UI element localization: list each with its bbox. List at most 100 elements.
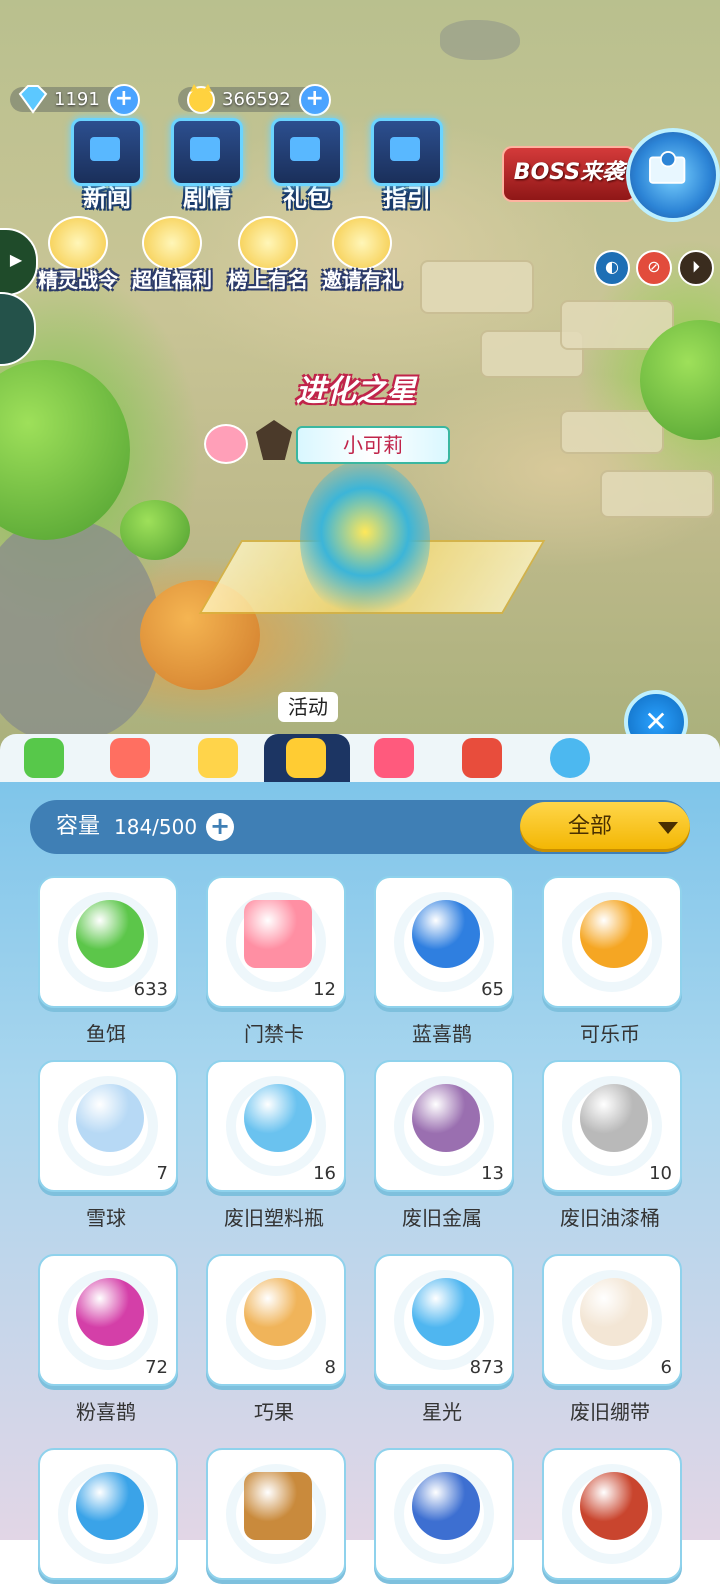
item-slot[interactable] (374, 1448, 514, 1590)
item-slot[interactable]: 13 废旧金属 (374, 1060, 514, 1231)
item-card[interactable]: 12 (206, 876, 346, 1008)
item-card[interactable]: 72 (38, 1254, 178, 1386)
item-count: 10 (649, 1163, 672, 1184)
add-gems-button[interactable]: + (107, 84, 140, 116)
water-bottle-icon (244, 1084, 312, 1152)
leaderboard-button[interactable]: 榜上有名 (218, 216, 318, 293)
item-name: 蓝喜鹊 (412, 1022, 472, 1046)
item-slot[interactable]: 6 废旧绷带 (542, 1254, 682, 1425)
blocks-icon (110, 738, 150, 778)
item-card[interactable]: 65 (374, 876, 514, 1008)
leaderboard-label: 榜上有名 (228, 268, 308, 292)
battery-icon (24, 738, 64, 778)
item-card[interactable] (374, 1448, 514, 1580)
tab-battery[interactable] (2, 734, 88, 782)
item-card[interactable] (542, 876, 682, 1008)
blue-crystal-icon (76, 1472, 144, 1540)
item-card[interactable] (206, 1448, 346, 1580)
item-card[interactable]: 10 (542, 1060, 682, 1192)
hammer-icon (412, 1472, 480, 1540)
story-button[interactable]: 剧情 (162, 118, 252, 213)
item-slot[interactable]: 7 雪球 (38, 1060, 178, 1231)
item-card[interactable]: 873 (374, 1254, 514, 1386)
fish-cookie-icon (244, 1278, 312, 1346)
item-slot[interactable]: 10 废旧油漆桶 (542, 1060, 682, 1231)
invite-label: 邀请有礼 (322, 268, 402, 292)
magnet-icon (412, 1084, 480, 1152)
tab-star-wand[interactable] (176, 734, 262, 782)
item-card[interactable] (542, 1448, 682, 1580)
item-card[interactable]: 16 (206, 1060, 346, 1192)
item-name: 巧果 (254, 1400, 294, 1424)
tab-egg[interactable] (528, 734, 614, 782)
spirit-pass-button[interactable]: 精灵战令 (28, 216, 128, 293)
activity-tooltip: 活动 (278, 692, 338, 722)
item-slot[interactable] (38, 1448, 178, 1590)
expand-capacity-button[interactable]: + (206, 813, 234, 841)
item-card[interactable] (38, 1448, 178, 1580)
item-name: 废旧塑料瓶 (224, 1206, 324, 1230)
item-name: 星光 (422, 1400, 462, 1424)
bandage-icon (580, 1278, 648, 1346)
guide-button[interactable]: 指引 (362, 118, 452, 213)
gem-counter: 1191 + (10, 82, 140, 116)
item-card[interactable]: 8 (206, 1254, 346, 1386)
tab-activity[interactable] (264, 734, 350, 782)
filter-selected-label: 全部 (568, 814, 613, 839)
value-benefit-button[interactable]: 超值福利 (122, 216, 222, 293)
star-wand-icon (198, 738, 238, 778)
item-slot[interactable]: 16 废旧塑料瓶 (206, 1060, 346, 1231)
chevron-down-icon (658, 822, 678, 834)
item-card[interactable]: 633 (38, 876, 178, 1008)
item-slot[interactable]: 65 蓝喜鹊 (374, 876, 514, 1047)
coin-counter: 366592 + (178, 82, 331, 116)
boss-incoming-banner[interactable]: BOSS来袭 (502, 146, 636, 202)
tab-rocking-horse[interactable] (440, 734, 526, 782)
item-count: 65 (481, 979, 504, 1000)
item-slot[interactable]: 可乐币 (542, 876, 682, 1047)
bag-tab-bar (0, 734, 720, 782)
guide-machine-icon (371, 118, 443, 186)
dress-icon (374, 738, 414, 778)
value-benefit-label: 超值福利 (132, 268, 212, 292)
trophy-icon (238, 216, 298, 270)
skip-icon[interactable]: ⏵ (678, 250, 714, 286)
level-badge-icon (204, 424, 248, 464)
item-count: 7 (156, 1163, 168, 1184)
capacity-label: 容量 (56, 814, 101, 839)
pet-shortcut-button[interactable] (0, 292, 36, 366)
paint-bucket-icon (580, 1084, 648, 1152)
item-card[interactable]: 7 (38, 1060, 178, 1192)
item-count: 72 (145, 1357, 168, 1378)
gift-pack-button[interactable]: 礼包 (262, 118, 352, 213)
item-card[interactable]: 6 (542, 1254, 682, 1386)
bag-panel: 容量 184/500 + 全部 633 鱼饵 12 门禁卡 65 蓝喜鹊 可乐币 7 雪球 16 废… (0, 782, 720, 1580)
tab-dress[interactable] (352, 734, 438, 782)
item-slot[interactable]: 633 鱼饵 (38, 876, 178, 1047)
news-machine-icon (71, 118, 143, 186)
news-button[interactable]: 新闻 (62, 118, 152, 213)
gift-box-icon (142, 216, 202, 270)
item-slot[interactable] (542, 1448, 682, 1590)
item-slot[interactable]: 873 星光 (374, 1254, 514, 1425)
item-slot[interactable] (206, 1448, 346, 1590)
access-card-icon (244, 900, 312, 968)
invite-button[interactable]: 邀请有礼 (312, 216, 412, 293)
item-card[interactable]: 13 (374, 1060, 514, 1192)
mute-icon[interactable]: ⊘ (636, 250, 672, 286)
path-stone (600, 470, 714, 518)
worm-icon (76, 900, 144, 968)
map-button[interactable] (626, 128, 720, 222)
item-slot[interactable]: 72 粉喜鹊 (38, 1254, 178, 1425)
filter-dropdown[interactable]: 全部 (520, 802, 690, 852)
tab-blocks[interactable] (88, 734, 174, 782)
voice-icon[interactable]: ◐ (594, 250, 630, 286)
game-world-view[interactable]: 1191 + 366592 + 新闻 剧情 礼包 指引 精灵战令 超值福利 榜上… (0, 0, 720, 760)
rock (440, 20, 520, 60)
blue-bird-icon (412, 900, 480, 968)
add-coins-button[interactable]: + (298, 84, 331, 116)
item-slot[interactable]: 8 巧果 (206, 1254, 346, 1425)
item-slot[interactable]: 12 门禁卡 (206, 876, 346, 1047)
item-count: 6 (660, 1357, 672, 1378)
player-spirit-avatar[interactable] (300, 460, 430, 620)
